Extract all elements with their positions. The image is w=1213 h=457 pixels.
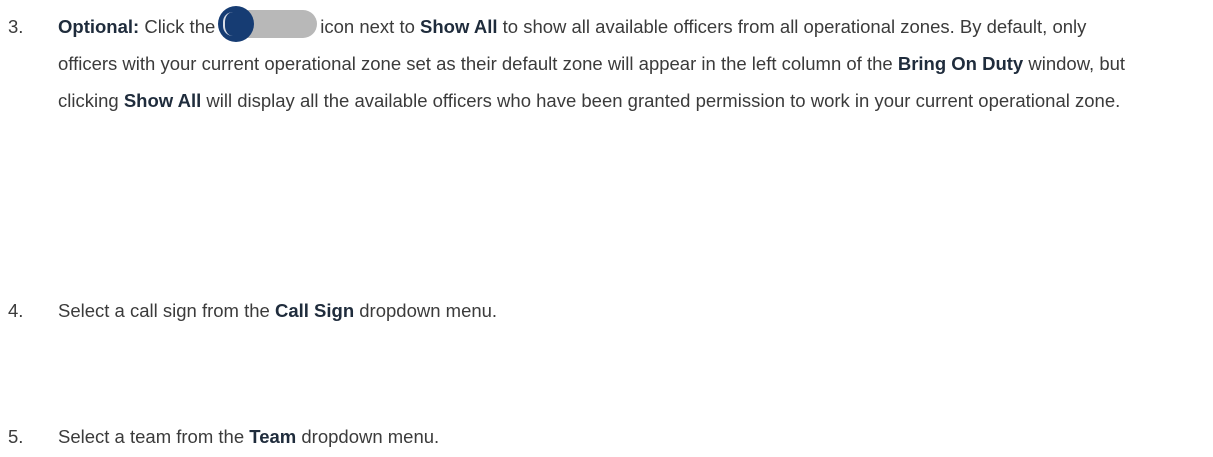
step-number: 3.: [8, 16, 24, 37]
step-text-fragment: dropdown menu.: [359, 300, 498, 321]
call-sign-label: Call Sign: [274, 300, 355, 321]
step-text-fragment: Select a call sign from the: [58, 300, 270, 321]
optional-label: Optional:: [58, 16, 140, 37]
step-number: 4.: [8, 300, 24, 321]
bring-on-duty-label: Bring On Duty: [897, 53, 1024, 74]
step-text-fragment: Click the: [144, 16, 216, 37]
step-text-fragment: will display all the available officers …: [206, 90, 1121, 111]
step-text: Optional: Click the icon next to Show All…: [58, 6, 1138, 119]
toggle-switch-icon: [218, 6, 318, 42]
step-text-fragment: Select a team from the: [58, 426, 245, 447]
show-all-label: Show All: [420, 16, 498, 37]
team-label: Team: [249, 426, 297, 447]
step-number: 5.: [8, 426, 24, 447]
step-text: Select a team from the Team dropdown men…: [58, 418, 1138, 455]
show-all-label: Show All: [123, 90, 202, 111]
step-text-fragment: dropdown menu.: [301, 426, 440, 447]
step-text: Select a call sign from the Call Sign dr…: [58, 292, 1138, 329]
instruction-steps: 3. Optional: Click the icon next to Show …: [0, 0, 1213, 457]
step-text-fragment: icon next to: [320, 16, 415, 37]
